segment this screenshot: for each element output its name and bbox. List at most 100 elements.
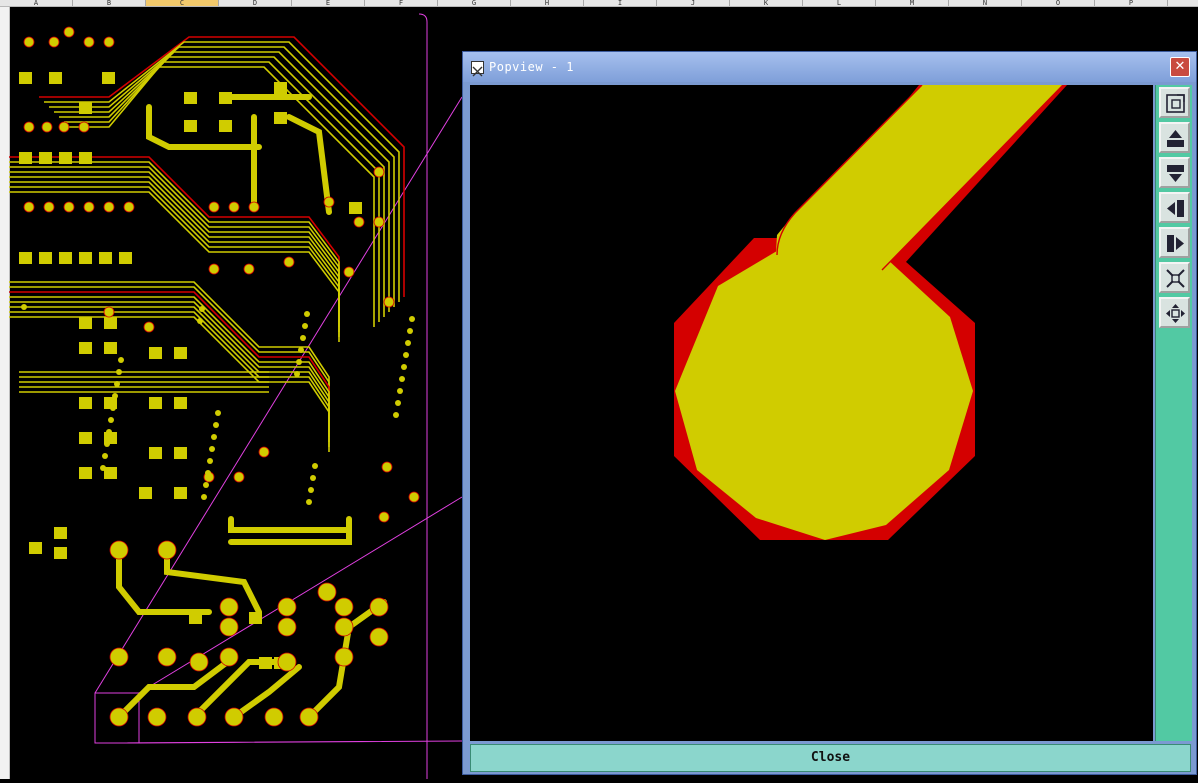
via — [209, 446, 215, 452]
smd-pad — [104, 467, 117, 479]
via — [203, 482, 209, 488]
smd-pad — [219, 92, 232, 104]
smd-pad — [219, 120, 232, 132]
smd-pad — [149, 397, 162, 409]
power-trace — [228, 516, 352, 533]
via — [395, 400, 401, 406]
popview-zoomed-view[interactable] — [470, 84, 1153, 741]
via — [102, 453, 108, 459]
through-hole-pad — [109, 540, 129, 560]
column-header-f[interactable]: F — [365, 0, 438, 6]
pan-right-button[interactable] — [1159, 227, 1190, 258]
via — [304, 311, 310, 317]
via — [294, 371, 300, 377]
column-header-j[interactable]: J — [657, 0, 730, 6]
column-header-d[interactable]: D — [219, 0, 292, 6]
column-header-n[interactable]: N — [949, 0, 1022, 6]
popview-title-bar[interactable]: Popview - 1 ✕ — [463, 52, 1196, 82]
via — [197, 318, 203, 324]
via — [118, 357, 124, 363]
through-hole-pad — [378, 511, 390, 523]
smd-pad — [79, 152, 92, 164]
through-hole-pad — [208, 263, 220, 275]
smd-pad — [59, 252, 72, 264]
column-header-k[interactable]: K — [730, 0, 803, 6]
pan-up-button[interactable] — [1159, 122, 1190, 153]
column-header-e[interactable]: E — [292, 0, 365, 6]
smd-pad — [79, 432, 92, 444]
smd-pad — [79, 342, 92, 354]
smd-pad — [174, 397, 187, 409]
column-header-h[interactable]: H — [511, 0, 584, 6]
via — [100, 465, 106, 471]
smd-pad — [79, 317, 92, 329]
through-hole-pad — [277, 652, 297, 672]
smd-pad — [259, 657, 272, 669]
through-hole-pad — [219, 617, 239, 637]
column-header-l[interactable]: L — [803, 0, 876, 6]
column-header-b[interactable]: B — [73, 0, 146, 6]
column-header-q[interactable]: Q — [1168, 0, 1198, 6]
smd-pad — [349, 202, 362, 214]
column-header-o[interactable]: O — [1022, 0, 1095, 6]
smd-pad — [79, 467, 92, 479]
via — [112, 393, 118, 399]
zoom-window-button[interactable] — [1159, 87, 1190, 118]
smd-pad — [104, 317, 117, 329]
popview-window[interactable]: Popview - 1 ✕ Close — [462, 51, 1197, 775]
power-trace — [116, 654, 237, 720]
smd-pad — [59, 152, 72, 164]
smd-pad — [19, 72, 32, 84]
through-hole-pad — [383, 296, 395, 308]
column-header-i[interactable]: I — [584, 0, 657, 6]
smd-pad — [102, 72, 115, 84]
via — [405, 340, 411, 346]
zoom-window-icon — [1166, 94, 1185, 113]
via — [108, 417, 114, 423]
pan-left-button[interactable] — [1159, 192, 1190, 223]
via — [302, 323, 308, 329]
smd-pad — [139, 487, 152, 499]
via — [199, 306, 205, 312]
through-hole-pad — [189, 652, 209, 672]
smd-pad — [19, 252, 32, 264]
through-hole-pad — [187, 707, 207, 727]
through-hole-pad — [219, 647, 239, 667]
via — [116, 369, 122, 375]
through-hole-pad — [123, 201, 135, 213]
column-header-p[interactable]: P — [1095, 0, 1168, 6]
bus-trace — [9, 301, 330, 437]
pan-right-icon — [1167, 235, 1184, 252]
through-hole-pad — [23, 121, 35, 133]
column-header-m[interactable]: M — [876, 0, 949, 6]
via — [407, 328, 413, 334]
through-hole-pad — [157, 540, 177, 560]
pan-down-button[interactable] — [1159, 157, 1190, 188]
column-header-c[interactable]: C — [146, 0, 219, 6]
through-hole-pad — [83, 201, 95, 213]
via — [201, 494, 207, 500]
through-hole-pad — [103, 36, 115, 48]
via — [306, 499, 312, 505]
zoom-fit-button[interactable] — [1159, 262, 1190, 293]
pan-left-icon — [1167, 200, 1184, 217]
through-hole-pad — [353, 216, 365, 228]
smd-pad — [54, 547, 67, 559]
via — [409, 316, 415, 322]
via — [393, 412, 399, 418]
through-hole-pad — [219, 597, 239, 617]
window-close-button[interactable]: ✕ — [1170, 57, 1190, 77]
close-button[interactable]: Close — [471, 745, 1190, 771]
smd-pad — [184, 92, 197, 104]
smd-pad — [39, 252, 52, 264]
via — [312, 463, 318, 469]
column-header-g[interactable]: G — [438, 0, 511, 6]
smd-pad — [49, 72, 62, 84]
through-hole-pad — [317, 582, 337, 602]
smd-pad — [104, 342, 117, 354]
through-hole-pad — [63, 26, 75, 38]
smd-pad — [174, 347, 187, 359]
through-hole-pad — [143, 321, 155, 333]
column-header-a[interactable]: A — [0, 0, 73, 6]
zoom-center-button[interactable] — [1159, 297, 1190, 328]
